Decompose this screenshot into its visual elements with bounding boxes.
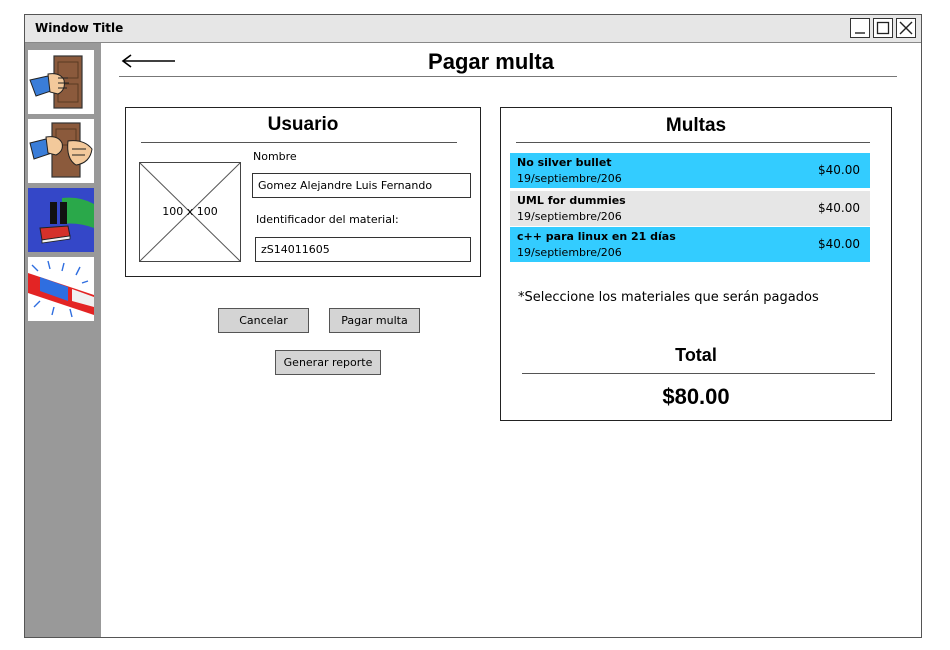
main-content: Pagar multa Usuario 100 x 100 Nombre Ide… xyxy=(101,43,921,637)
maximize-button[interactable] xyxy=(873,18,893,38)
user-panel-title: Usuario xyxy=(267,114,339,135)
pause-book-icon xyxy=(28,188,94,252)
fine-title: No silver bullet xyxy=(517,156,612,169)
sidebar-item-pause[interactable] xyxy=(28,188,94,252)
fine-amount: $40.00 xyxy=(818,163,860,177)
sidebar xyxy=(25,43,101,637)
sidebar-item-police[interactable] xyxy=(28,257,94,321)
selection-note: *Seleccione los materiales que serán pag… xyxy=(518,290,819,305)
name-field[interactable] xyxy=(252,173,471,198)
close-button[interactable] xyxy=(896,18,916,38)
title-bar: Window Title xyxy=(25,15,921,43)
material-id-label: Identificador del material: xyxy=(256,213,399,226)
name-label: Nombre xyxy=(253,150,297,163)
hand-knocking-door-icon xyxy=(29,55,83,109)
total-divider xyxy=(522,373,875,374)
total-label: Total xyxy=(675,345,717,365)
sidebar-item-doors[interactable] xyxy=(28,119,94,183)
minimize-button[interactable] xyxy=(850,18,870,38)
material-id-field[interactable] xyxy=(255,237,471,262)
fine-date: 19/septiembre/206 xyxy=(517,172,622,185)
close-icon xyxy=(899,21,913,35)
user-panel: Usuario 100 x 100 Nombre Identificador d… xyxy=(125,107,481,277)
generate-report-button[interactable]: Generar reporte xyxy=(275,350,381,375)
fine-amount: $40.00 xyxy=(818,237,860,251)
app-window: Window Title Pagar multa Usuario 100 x 1… xyxy=(24,14,922,638)
minimize-icon xyxy=(855,32,865,34)
fines-panel-divider xyxy=(516,142,870,143)
user-photo-placeholder: 100 x 100 xyxy=(139,162,241,262)
fine-amount: $40.00 xyxy=(818,201,860,215)
fine-date: 19/septiembre/206 xyxy=(517,246,622,259)
fine-title: UML for dummies xyxy=(517,194,626,207)
fines-panel: Multas No silver bullet 19/septiembre/20… xyxy=(500,107,892,421)
fines-panel-title: Multas xyxy=(665,115,727,136)
pay-fine-button[interactable]: Pagar multa xyxy=(329,308,420,333)
two-hands-door-icon xyxy=(29,122,93,178)
page-title: Pagar multa xyxy=(428,49,554,74)
fine-row[interactable]: No silver bullet 19/septiembre/206 $40.0… xyxy=(510,153,870,188)
cancel-button[interactable]: Cancelar xyxy=(218,308,309,333)
title-divider xyxy=(119,76,897,77)
police-siren-icon xyxy=(28,260,94,318)
image-placeholder-label: 100 x 100 xyxy=(162,205,218,218)
sidebar-item-knock[interactable] xyxy=(28,50,94,114)
fine-title: c++ para linux en 21 días xyxy=(517,230,676,243)
fine-date: 19/septiembre/206 xyxy=(517,210,622,223)
fine-row[interactable]: UML for dummies 19/septiembre/206 $40.00 xyxy=(510,191,870,226)
fine-row[interactable]: c++ para linux en 21 días 19/septiembre/… xyxy=(510,227,870,262)
user-panel-divider xyxy=(141,142,457,143)
window-title: Window Title xyxy=(35,21,124,35)
maximize-icon xyxy=(876,21,890,35)
total-amount: $80.00 xyxy=(662,384,730,409)
